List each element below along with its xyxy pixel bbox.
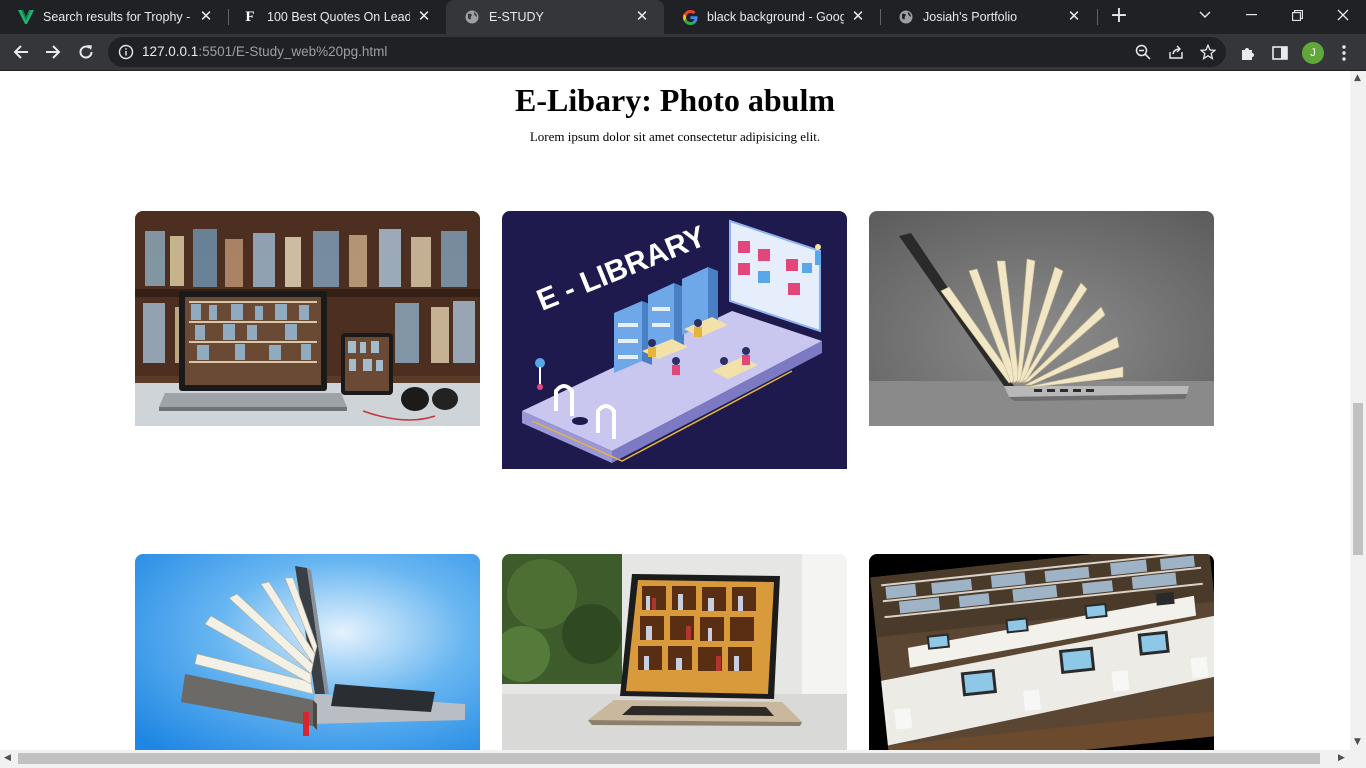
bookmark-star-icon[interactable] xyxy=(1199,43,1217,61)
reload-button[interactable] xyxy=(74,40,98,64)
url-host: 127.0.0.1 xyxy=(142,44,199,59)
photo-e-library-illustration: E - LIBRARY xyxy=(502,211,847,469)
tab-divider xyxy=(1097,9,1098,25)
globe-icon xyxy=(898,9,914,25)
scroll-down-arrow-icon[interactable]: ▼ xyxy=(1354,737,1361,747)
page-title: E-Libary: Photo abulm xyxy=(514,82,836,118)
tab-title: black background - Google S xyxy=(707,10,844,24)
restore-button[interactable] xyxy=(1274,0,1320,30)
url-path: :5501/E-Study_web%20pg.html xyxy=(198,44,388,59)
extensions-puzzle-icon[interactable] xyxy=(1238,43,1258,63)
google-icon xyxy=(682,9,698,25)
restore-icon xyxy=(1291,9,1303,21)
close-icon[interactable]: ✕ xyxy=(850,9,866,25)
minimize-icon xyxy=(1245,14,1257,16)
close-icon[interactable]: ✕ xyxy=(416,9,432,25)
photo-library-computer-room xyxy=(869,554,1214,750)
scroll-up-arrow-icon[interactable]: ▲ xyxy=(1354,73,1361,83)
side-panel-icon[interactable] xyxy=(1270,43,1290,63)
vectorstock-icon xyxy=(18,9,34,25)
horizontal-scrollbar[interactable]: ◀ ▶ xyxy=(0,750,1366,768)
vertical-scrollbar[interactable]: ▲ ▼ xyxy=(1350,71,1366,750)
forward-button[interactable] xyxy=(41,40,65,64)
address-bar[interactable]: 127.0.0.1:5501/E-Study_web%20pg.html xyxy=(108,37,1226,67)
tab-search-button[interactable] xyxy=(1182,0,1228,30)
page-subtitle: Lorem ipsum dolor sit amet consectetur a… xyxy=(529,129,821,144)
close-icon xyxy=(1337,9,1349,21)
info-icon[interactable] xyxy=(118,44,134,60)
arrow-right-icon xyxy=(46,45,61,59)
photo-open-book-laptop-grey xyxy=(869,211,1214,426)
share-icon[interactable] xyxy=(1167,43,1185,61)
tab-title: Search results for Trophy - Fla xyxy=(43,10,192,24)
url-text: 127.0.0.1:5501/E-Study_web%20pg.html xyxy=(142,44,387,59)
tab-title: 100 Best Quotes On Leadersh xyxy=(267,10,410,24)
tab-portfolio[interactable]: Josiah's Portfolio ✕ xyxy=(880,0,1096,34)
chevron-down-icon xyxy=(1199,11,1211,18)
profile-avatar[interactable]: J xyxy=(1302,42,1324,64)
forbes-f-icon: F xyxy=(245,8,255,25)
close-icon[interactable]: ✕ xyxy=(634,9,650,25)
close-window-button[interactable] xyxy=(1320,0,1366,30)
tab-title: E-STUDY xyxy=(489,10,544,24)
scroll-right-arrow-icon[interactable]: ▶ xyxy=(1338,753,1345,763)
close-icon[interactable]: ✕ xyxy=(1066,9,1082,25)
tab-forbes[interactable]: F 100 Best Quotes On Leadersh ✕ xyxy=(224,0,446,34)
browser-toolbar: 127.0.0.1:5501/E-Study_web%20pg.html xyxy=(0,34,1366,71)
arrow-left-icon xyxy=(13,45,28,59)
back-button[interactable] xyxy=(9,40,33,64)
scroll-left-arrow-icon[interactable]: ◀ xyxy=(4,753,11,763)
tab-title: Josiah's Portfolio xyxy=(923,10,1018,24)
tab-e-study[interactable]: E-STUDY ✕ xyxy=(446,0,664,34)
new-tab-button[interactable]: + xyxy=(1108,5,1130,29)
photo-book-laptop-blue xyxy=(135,554,480,750)
reload-icon xyxy=(79,45,93,59)
minimize-button[interactable] xyxy=(1228,0,1274,30)
photo-laptop-tablet-bookshelves xyxy=(135,211,480,426)
zoom-icon[interactable] xyxy=(1134,43,1152,61)
tab-google[interactable]: black background - Google S ✕ xyxy=(664,0,880,34)
close-icon[interactable]: ✕ xyxy=(198,9,214,25)
menu-dots-icon[interactable] xyxy=(1334,43,1354,63)
tab-vectorstock[interactable]: Search results for Trophy - Fla ✕ xyxy=(0,0,228,34)
vertical-scroll-thumb[interactable] xyxy=(1353,403,1363,555)
tab-strip: Search results for Trophy - Fla ✕ F 100 … xyxy=(0,0,1366,34)
photo-laptop-bookshelf-screen xyxy=(502,554,847,750)
page-viewport: E-Libary: Photo abulm Lorem ipsum dolor … xyxy=(0,71,1350,750)
horizontal-scroll-thumb[interactable] xyxy=(18,753,1320,764)
globe-icon xyxy=(464,9,480,25)
